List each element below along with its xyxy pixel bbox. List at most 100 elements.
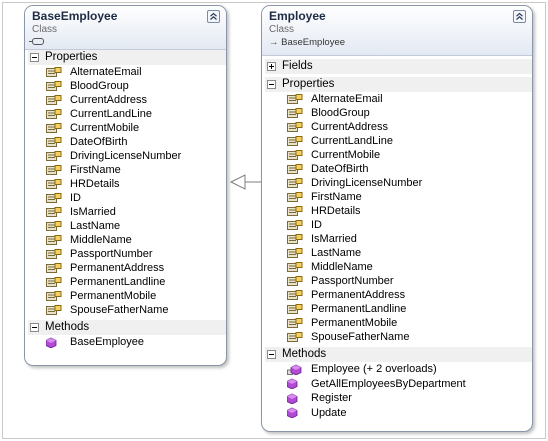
property-name: PermanentAddress (311, 289, 406, 301)
property-item[interactable]: PermanentLandline (28, 275, 226, 289)
property-item[interactable]: MiddleName (28, 233, 226, 247)
property-item[interactable]: CurrentLandLine (28, 107, 226, 121)
property-icon (46, 150, 62, 162)
collapse-minus-icon[interactable] (267, 80, 276, 89)
property-icon (287, 135, 303, 147)
property-item[interactable]: IsMarried (265, 232, 532, 246)
property-icon (287, 247, 303, 259)
method-item[interactable]: BaseEmployee (28, 335, 226, 349)
collapse-chevron-icon[interactable] (207, 10, 220, 23)
property-item[interactable]: FirstName (265, 190, 532, 204)
property-item[interactable]: SpouseFatherName (28, 303, 226, 317)
properties-compartment-header[interactable]: Properties (265, 77, 532, 92)
property-name: PassportNumber (311, 275, 394, 287)
property-list: AlternateEmail BloodGroup CurrentAddress Cu… (28, 65, 226, 317)
property-icon (46, 276, 62, 288)
method-icon (45, 337, 62, 348)
class-name: Employee (269, 9, 326, 23)
property-icon (287, 233, 303, 245)
method-icon (286, 407, 303, 419)
property-item[interactable]: DateOfBirth (265, 162, 532, 176)
property-icon (46, 304, 62, 316)
property-icon (46, 290, 62, 302)
property-item[interactable]: BloodGroup (28, 79, 226, 93)
property-item[interactable]: MiddleName (265, 260, 532, 274)
property-name: SpouseFatherName (70, 304, 169, 316)
methods-compartment-header[interactable]: Methods (265, 347, 532, 362)
property-item[interactable]: PermanentMobile (265, 316, 532, 330)
property-name: ID (311, 219, 322, 231)
property-item[interactable]: PermanentAddress (28, 261, 226, 275)
property-icon (287, 331, 303, 343)
method-item[interactable]: Register (265, 391, 532, 406)
property-item[interactable]: CurrentAddress (265, 120, 532, 134)
property-name: MiddleName (311, 261, 373, 273)
property-icon (287, 289, 303, 301)
property-name: HRDetails (311, 205, 361, 217)
property-item[interactable]: IsMarried (28, 205, 226, 219)
property-item[interactable]: SpouseFatherName (265, 330, 532, 344)
methods-compartment-header[interactable]: Methods (28, 320, 226, 335)
collapse-minus-icon[interactable] (267, 350, 276, 359)
property-name: AlternateEmail (70, 66, 142, 78)
property-item[interactable]: HRDetails (28, 177, 226, 191)
property-item[interactable]: AlternateEmail (265, 92, 532, 106)
property-item[interactable]: ID (265, 218, 532, 232)
property-item[interactable]: ID (28, 191, 226, 205)
property-item[interactable]: DrivingLicenseNumber (28, 149, 226, 163)
property-name: PermanentAddress (70, 262, 165, 274)
property-item[interactable]: BloodGroup (265, 106, 532, 120)
property-item[interactable]: LastName (28, 219, 226, 233)
method-name: Register (311, 392, 352, 405)
property-item[interactable]: PermanentLandline (265, 302, 532, 316)
property-item[interactable]: DateOfBirth (28, 135, 226, 149)
property-name: PermanentMobile (311, 317, 398, 329)
method-icon (286, 393, 303, 405)
property-item[interactable]: PassportNumber (28, 247, 226, 261)
property-name: LastName (311, 247, 362, 259)
property-item[interactable]: LastName (265, 246, 532, 260)
collapse-chevron-icon[interactable] (513, 10, 526, 23)
collapse-minus-icon[interactable] (30, 323, 39, 332)
property-icon (287, 93, 303, 105)
property-name: SpouseFatherName (311, 331, 410, 343)
property-item[interactable]: PermanentAddress (265, 288, 532, 302)
method-item[interactable]: GetAllEmployeesByDepartment (265, 377, 532, 392)
property-item[interactable]: CurrentMobile (28, 121, 226, 135)
class-shape-employee[interactable]: Employee Class → BaseEmployee Fields Pro… (261, 5, 533, 432)
property-item[interactable]: DrivingLicenseNumber (265, 176, 532, 190)
properties-compartment-header[interactable]: Properties (28, 50, 226, 65)
property-item[interactable]: FirstName (28, 163, 226, 177)
property-item[interactable]: CurrentMobile (265, 148, 532, 162)
property-name: CurrentAddress (70, 94, 148, 106)
fields-compartment-header[interactable]: Fields (265, 59, 532, 74)
class-shape-baseemployee[interactable]: BaseEmployee Class Properties AlternateE… (24, 5, 227, 366)
property-icon (287, 107, 303, 119)
property-name: PassportNumber (70, 248, 153, 260)
property-item[interactable]: CurrentAddress (28, 93, 226, 107)
method-item[interactable]: Employee (+ 2 overloads) (265, 362, 532, 377)
methods-section: Methods BaseEmployee (25, 320, 226, 349)
property-item[interactable]: CurrentLandLine (265, 134, 532, 148)
class-name: BaseEmployee (32, 9, 118, 23)
property-item[interactable]: PassportNumber (265, 274, 532, 288)
class-header[interactable]: BaseEmployee Class (25, 6, 226, 50)
property-name: FirstName (311, 191, 362, 203)
property-item[interactable]: PermanentMobile (28, 289, 226, 303)
property-icon (287, 163, 303, 175)
property-name: BloodGroup (70, 80, 129, 92)
expand-plus-icon[interactable] (267, 62, 276, 71)
constructor-icon (287, 364, 303, 376)
section-label: Properties (45, 51, 98, 63)
class-header[interactable]: Employee Class → BaseEmployee (262, 6, 532, 56)
base-class-reference: → BaseEmployee (269, 37, 346, 48)
property-name: PermanentMobile (70, 290, 157, 302)
collapse-minus-icon[interactable] (30, 53, 39, 62)
property-name: FirstName (70, 164, 121, 176)
property-icon (46, 108, 62, 120)
method-item[interactable]: Update (265, 406, 532, 421)
method-name: Employee (+ 2 overloads) (311, 363, 437, 376)
property-item[interactable]: AlternateEmail (28, 65, 226, 79)
property-item[interactable]: HRDetails (265, 204, 532, 218)
method-icon (286, 378, 303, 390)
